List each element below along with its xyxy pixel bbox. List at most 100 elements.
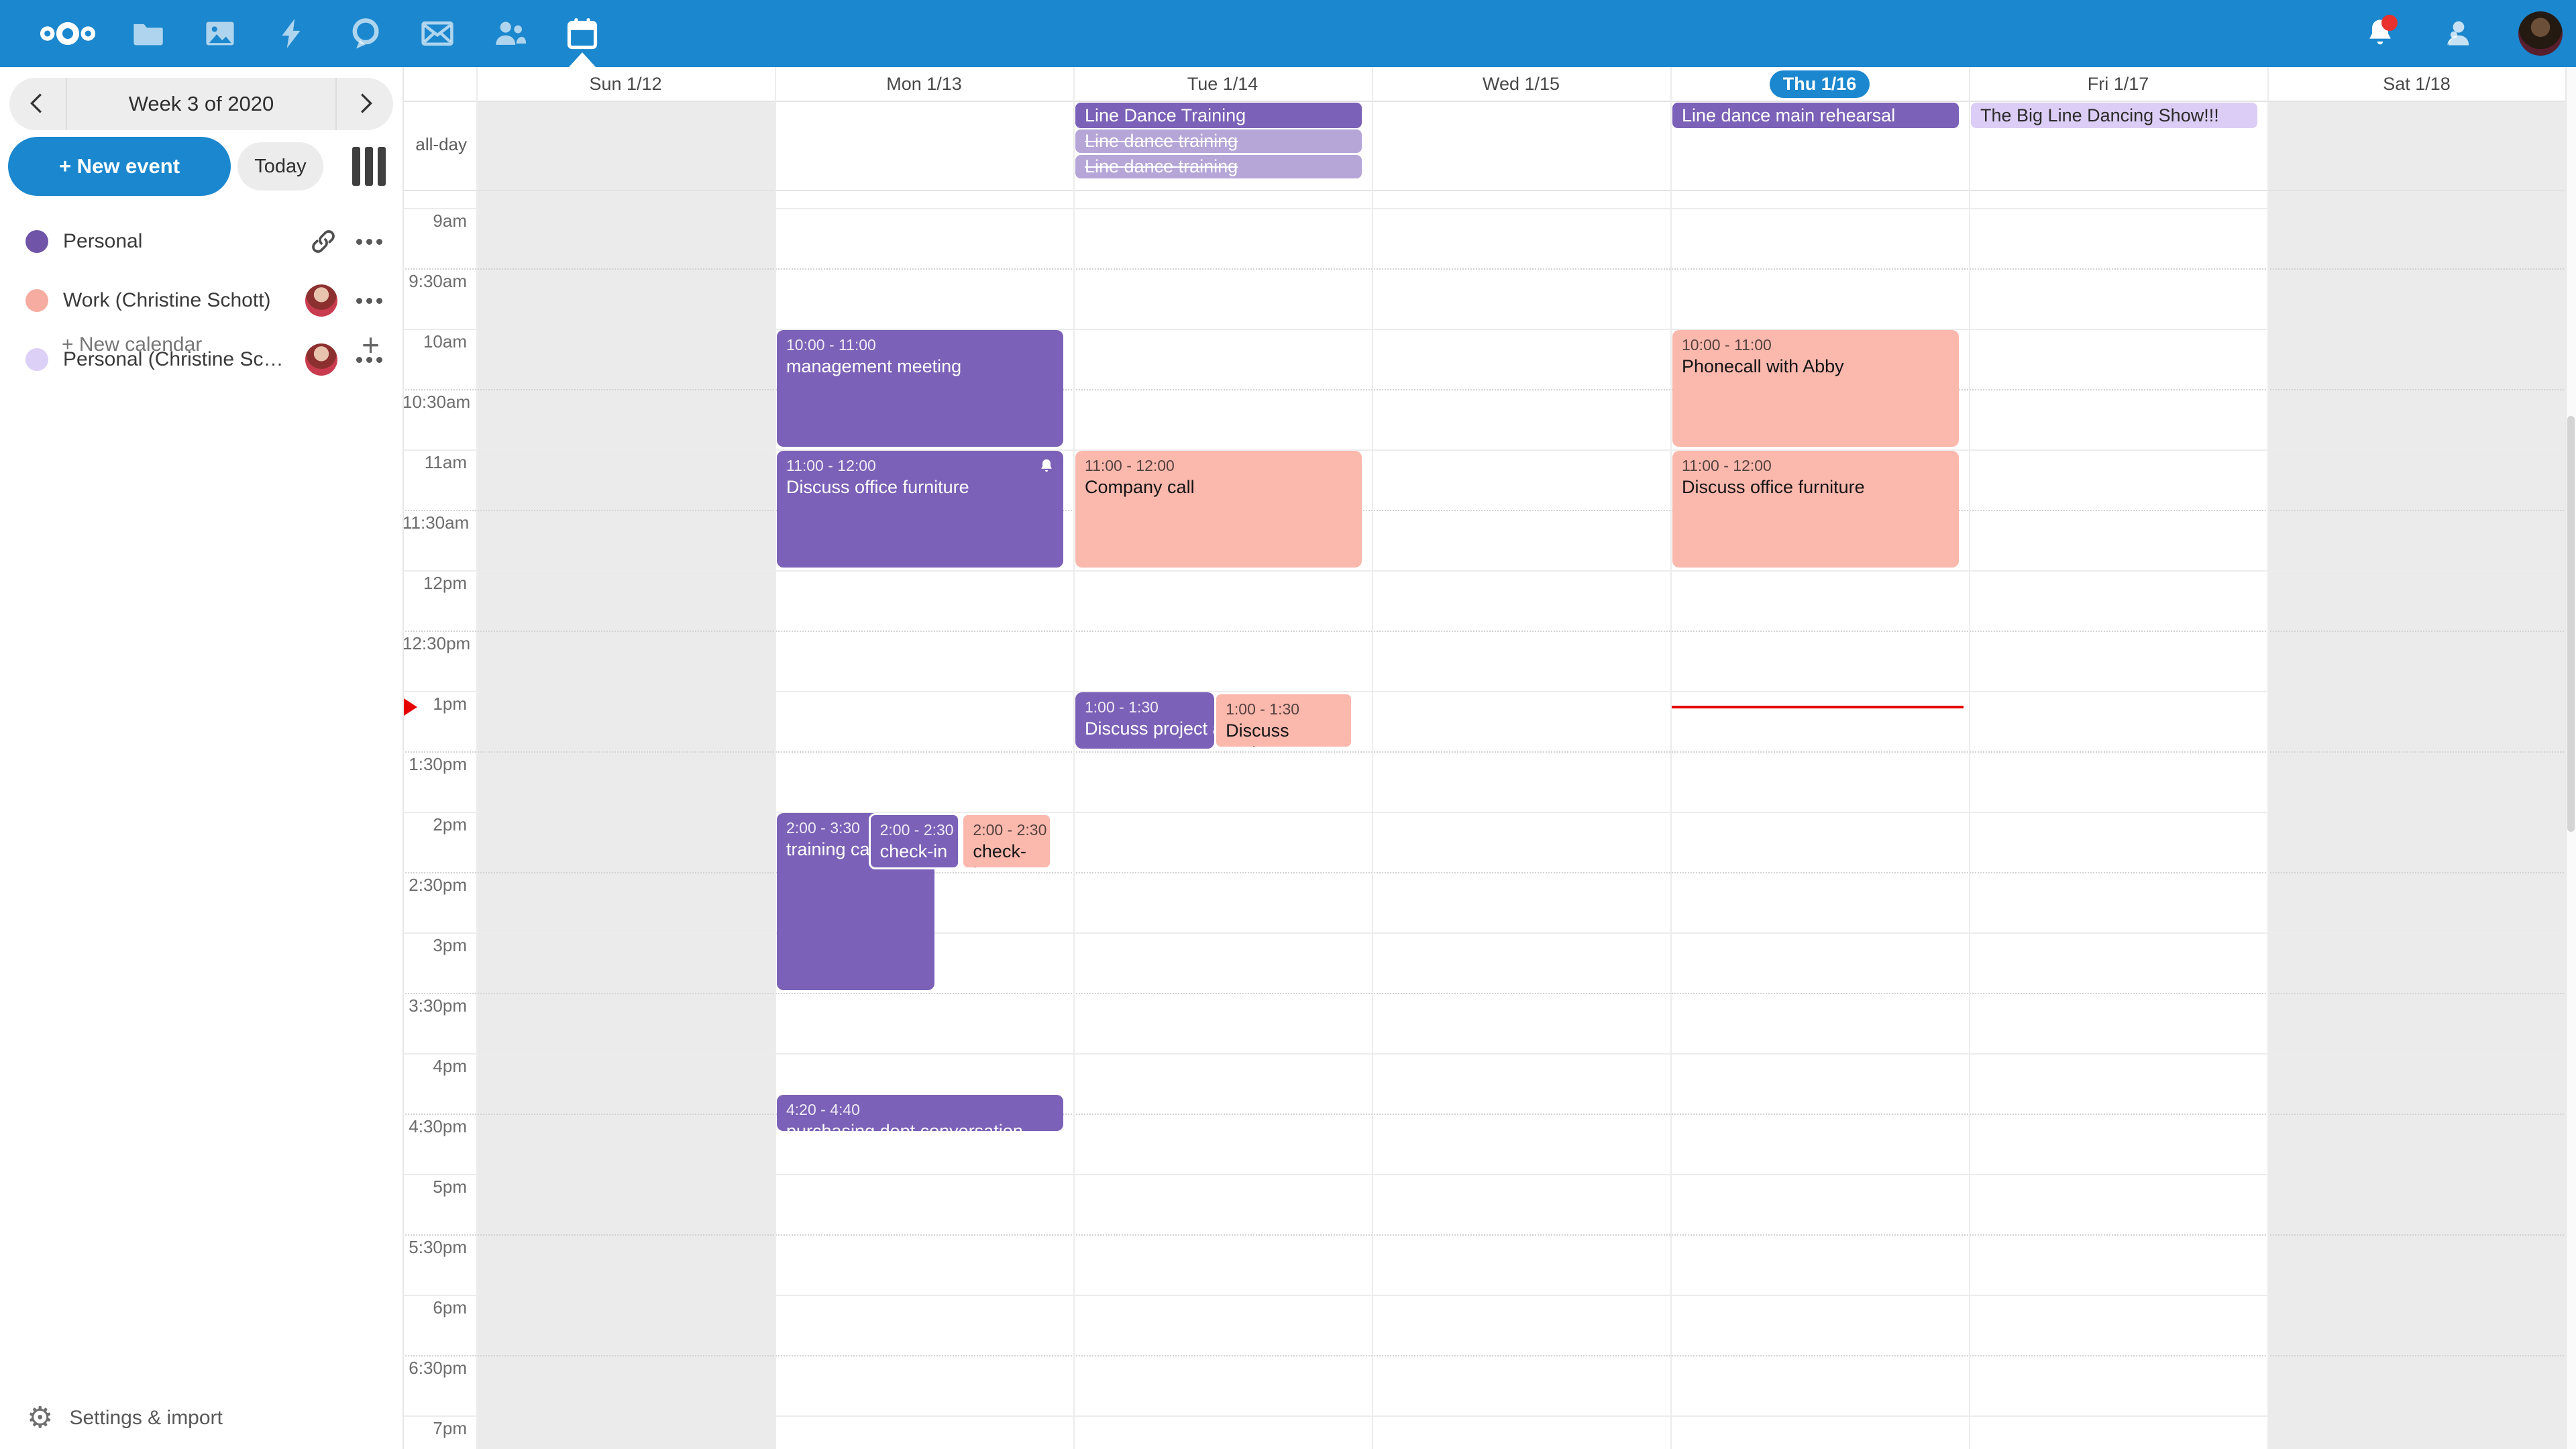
calendar-icon <box>565 16 600 51</box>
calendar-item-work-christine-schott[interactable]: Work (Christine Schott) <box>0 271 402 330</box>
settings-label: Settings & import <box>69 1407 222 1430</box>
day-header-fri-1-17[interactable]: Fri 1/17 <box>1969 67 2267 101</box>
event-title: management meeting <box>786 356 1054 378</box>
time-label: 3:30pm <box>402 996 467 1016</box>
day-header-tue-1-14[interactable]: Tue 1/14 <box>1073 67 1372 101</box>
event-phonecall-with-abby[interactable]: 10:00 - 11:00Phonecall with Abby <box>1672 330 1959 447</box>
calendar-actions-menu[interactable] <box>356 239 382 245</box>
next-week-button[interactable] <box>335 78 393 130</box>
event-title: Phonecall with Abby <box>1682 356 1949 378</box>
half-hour-line <box>402 1234 2567 1236</box>
allday-event-line-dance-training[interactable]: Line dance training <box>1075 129 1362 153</box>
nextcloud-logo-icon <box>38 19 97 48</box>
calendar-actions-menu[interactable] <box>356 298 382 304</box>
time-label: 3pm <box>402 935 467 956</box>
event-time: 10:00 - 11:00 <box>1682 335 1949 356</box>
time-label: 7pm <box>402 1418 467 1439</box>
event-management-meeting[interactable]: 10:00 - 11:00management meeting <box>777 330 1063 447</box>
day-header-sun-1-12[interactable]: Sun 1/12 <box>476 67 775 101</box>
calendar-color-dot <box>25 289 48 312</box>
contacts-icon <box>2445 15 2482 52</box>
new-calendar-label: + New calendar <box>62 333 362 356</box>
hour-line <box>402 932 2567 934</box>
event-discuss-office-furniture[interactable]: 11:00 - 12:00Discuss office furniture <box>777 451 1063 568</box>
day-header-mon-1-13[interactable]: Mon 1/13 <box>775 67 1073 101</box>
mail-icon <box>419 15 455 52</box>
hour-line <box>402 208 2567 209</box>
notifications-button[interactable] <box>2352 0 2408 67</box>
app-mail[interactable] <box>401 0 474 67</box>
allday-event-the-big-line-dancing-show[interactable]: The Big Line Dancing Show!!! <box>1971 103 2257 128</box>
time-label: 10am <box>402 331 467 352</box>
allday-event-line-dance-main-rehearsal[interactable]: Line dance main rehearsal <box>1672 103 1959 128</box>
event-time: 2:00 - 2:30 <box>973 820 1040 841</box>
time-label: 4pm <box>402 1056 467 1077</box>
event-title: Discuss project announcement <box>1226 720 1342 749</box>
new-calendar-button[interactable]: + New calendar + <box>0 323 402 366</box>
app-nextcloud-logo[interactable] <box>24 0 111 67</box>
event-discuss-project-announcement[interactable]: 1:00 - 1:30Discuss project announcement <box>1214 692 1353 749</box>
event-company-call[interactable]: 11:00 - 12:00Company call <box>1075 451 1362 568</box>
half-hour-line <box>402 510 2567 511</box>
calendar-name: Work (Christine Schott) <box>63 289 271 312</box>
app-activity[interactable] <box>256 0 329 67</box>
event-time: 10:00 - 11:00 <box>786 335 1054 356</box>
half-hour-line <box>402 993 2567 994</box>
event-discuss-office-furniture[interactable]: 11:00 - 12:00Discuss office furniture <box>1672 451 1959 568</box>
sidebar: Week 3 of 2020 + New event Today Persona… <box>0 67 402 1449</box>
view-switcher-button[interactable] <box>347 144 390 189</box>
day-header-thu-1-16[interactable]: Thu 1/16 <box>1670 67 1969 101</box>
event-time: 2:00 - 2:30 <box>880 820 949 841</box>
column-divider <box>2267 67 2269 1449</box>
previous-week-button[interactable] <box>9 78 67 130</box>
settings-button[interactable]: ⚙ Settings & import <box>27 1403 223 1433</box>
time-label: 5:30pm <box>402 1237 467 1258</box>
allday-event-line-dance-training[interactable]: Line Dance Training <box>1075 103 1362 128</box>
hour-line <box>402 570 2567 572</box>
time-label: 1:30pm <box>402 754 467 775</box>
scrollbar[interactable] <box>2565 67 2576 1449</box>
column-divider <box>775 67 776 1449</box>
event-time: 11:00 - 12:00 <box>786 456 1054 476</box>
day-header-sat-1-18[interactable]: Sat 1/18 <box>2267 67 2566 101</box>
today-button[interactable]: Today <box>237 142 323 191</box>
allday-label: all-day <box>402 134 467 155</box>
app-calendar[interactable] <box>546 0 619 67</box>
app-talk[interactable] <box>329 0 401 67</box>
event-purchasing-dept-conversation[interactable]: 4:20 - 4:40purchasing dept conversation <box>777 1095 1063 1131</box>
contacts-menu-button[interactable] <box>2435 0 2491 67</box>
event-check-in[interactable]: 2:00 - 2:30check-in <box>869 813 961 869</box>
calendar-item-personal[interactable]: Personal <box>0 212 402 271</box>
half-hour-line <box>402 1114 2567 1115</box>
app-photos[interactable] <box>184 0 256 67</box>
current-time-arrow <box>404 698 417 716</box>
time-label: 5pm <box>402 1177 467 1197</box>
week-label[interactable]: Week 3 of 2020 <box>67 78 335 130</box>
chevron-left-icon <box>22 88 53 121</box>
allday-event-line-dance-training[interactable]: Line dance training <box>1075 155 1362 178</box>
column-divider <box>1372 67 1373 1449</box>
time-label: 11:30am <box>402 513 467 533</box>
current-time-line <box>1672 706 1964 708</box>
plus-icon: + <box>362 329 380 360</box>
scrollbar-thumb[interactable] <box>2567 416 2575 832</box>
app-contacts[interactable] <box>474 0 546 67</box>
event-title: Discuss project announcement <box>1085 718 1205 741</box>
active-app-indicator <box>569 52 596 67</box>
half-hour-line <box>402 268 2567 270</box>
half-hour-line <box>402 631 2567 632</box>
day-header-wed-1-15[interactable]: Wed 1/15 <box>1372 67 1670 101</box>
share-link-icon[interactable] <box>309 227 337 256</box>
event-discuss-project-announcement[interactable]: 1:00 - 1:30Discuss project announcement <box>1075 692 1214 749</box>
user-avatar[interactable] <box>2518 11 2563 56</box>
calendar-app: Week 3 of 2020 + New event Today Persona… <box>0 0 2576 1449</box>
half-hour-line <box>402 751 2567 753</box>
app-files[interactable] <box>111 0 184 67</box>
hour-line <box>402 812 2567 813</box>
app-navigation <box>24 0 619 67</box>
files-icon <box>130 16 165 51</box>
new-event-button[interactable]: + New event <box>8 137 231 196</box>
top-bar <box>0 0 2576 67</box>
hour-line <box>402 1053 2567 1055</box>
event-check-in[interactable]: 2:00 - 2:30check-in <box>961 813 1052 869</box>
